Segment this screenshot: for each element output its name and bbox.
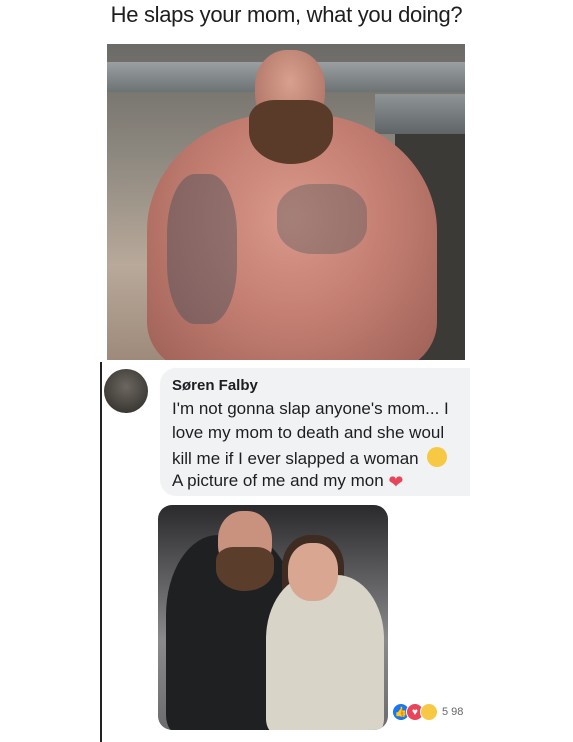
comment-author[interactable]: Søren Falby (172, 377, 258, 394)
heart-icon: ❤ (388, 472, 404, 492)
comment-bubble: Søren Falby I'm not gonna slap anyone's … (160, 368, 470, 496)
chest-tattoo (277, 184, 367, 254)
comment-line-2: love my mom to death and she woul (172, 423, 445, 442)
comment-line-3: kill me if I ever slapped a woman (172, 447, 448, 469)
laughing-emoji-icon (427, 447, 448, 467)
woman-face (288, 543, 338, 601)
reaction-summary[interactable]: 👍 ♥ 5 98 (392, 703, 463, 721)
arm-tattoo (167, 174, 237, 324)
comment-line-1: I'm not gonna slap anyone's mom... I (172, 399, 449, 418)
man-beard (249, 100, 333, 164)
comment-line-3-text: kill me if I ever slapped a woman (172, 449, 419, 468)
comment-line-4-text: A picture of me and my mon (172, 471, 384, 490)
avatar[interactable] (104, 369, 148, 413)
meme-caption: He slaps your mom, what you doing? (110, 2, 463, 27)
comment-line-4: A picture of me and my mon ❤ (172, 471, 406, 491)
haha-icon (420, 703, 438, 721)
man-beard-2 (216, 547, 274, 591)
reaction-count: 5 98 (442, 706, 464, 718)
bodybuilder-photo (107, 44, 465, 360)
attached-photo[interactable] (158, 505, 388, 730)
ceiling-duct (375, 94, 465, 134)
